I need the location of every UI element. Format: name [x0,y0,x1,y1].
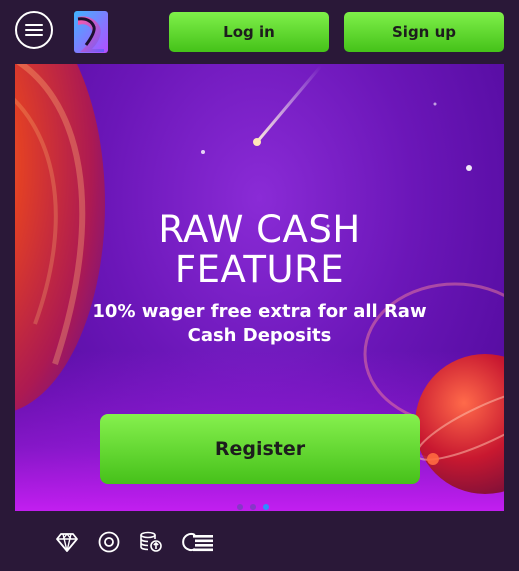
target-icon[interactable] [97,530,121,554]
hamburger-menu-icon [25,23,43,37]
carousel-dots [237,504,269,510]
banner-title-line2: FEATURE [174,248,345,291]
banner-subtitle: 10% wager free extra for all Raw Cash De… [92,301,427,346]
banner-title: RAW CASH FEATURE [15,210,504,290]
top-header: Log in Sign up [0,0,519,64]
menu-button[interactable] [15,11,53,49]
carousel-dot-3[interactable] [263,504,269,510]
live-list-icon[interactable] [182,530,214,554]
site-logo[interactable] [74,11,108,53]
diamond-icon[interactable] [55,530,79,554]
login-button[interactable]: Log in [169,12,329,52]
bottom-nav [0,511,519,571]
signup-button[interactable]: Sign up [344,12,504,52]
banner-title-line1: RAW CASH [158,208,361,251]
coins-upload-icon[interactable] [139,530,163,554]
carousel-dot-2[interactable] [250,504,256,510]
promo-banner[interactable]: RAW CASH FEATURE 10% wager free extra fo… [15,64,504,511]
register-button[interactable]: Register [100,414,420,484]
carousel-dot-1[interactable] [237,504,243,510]
